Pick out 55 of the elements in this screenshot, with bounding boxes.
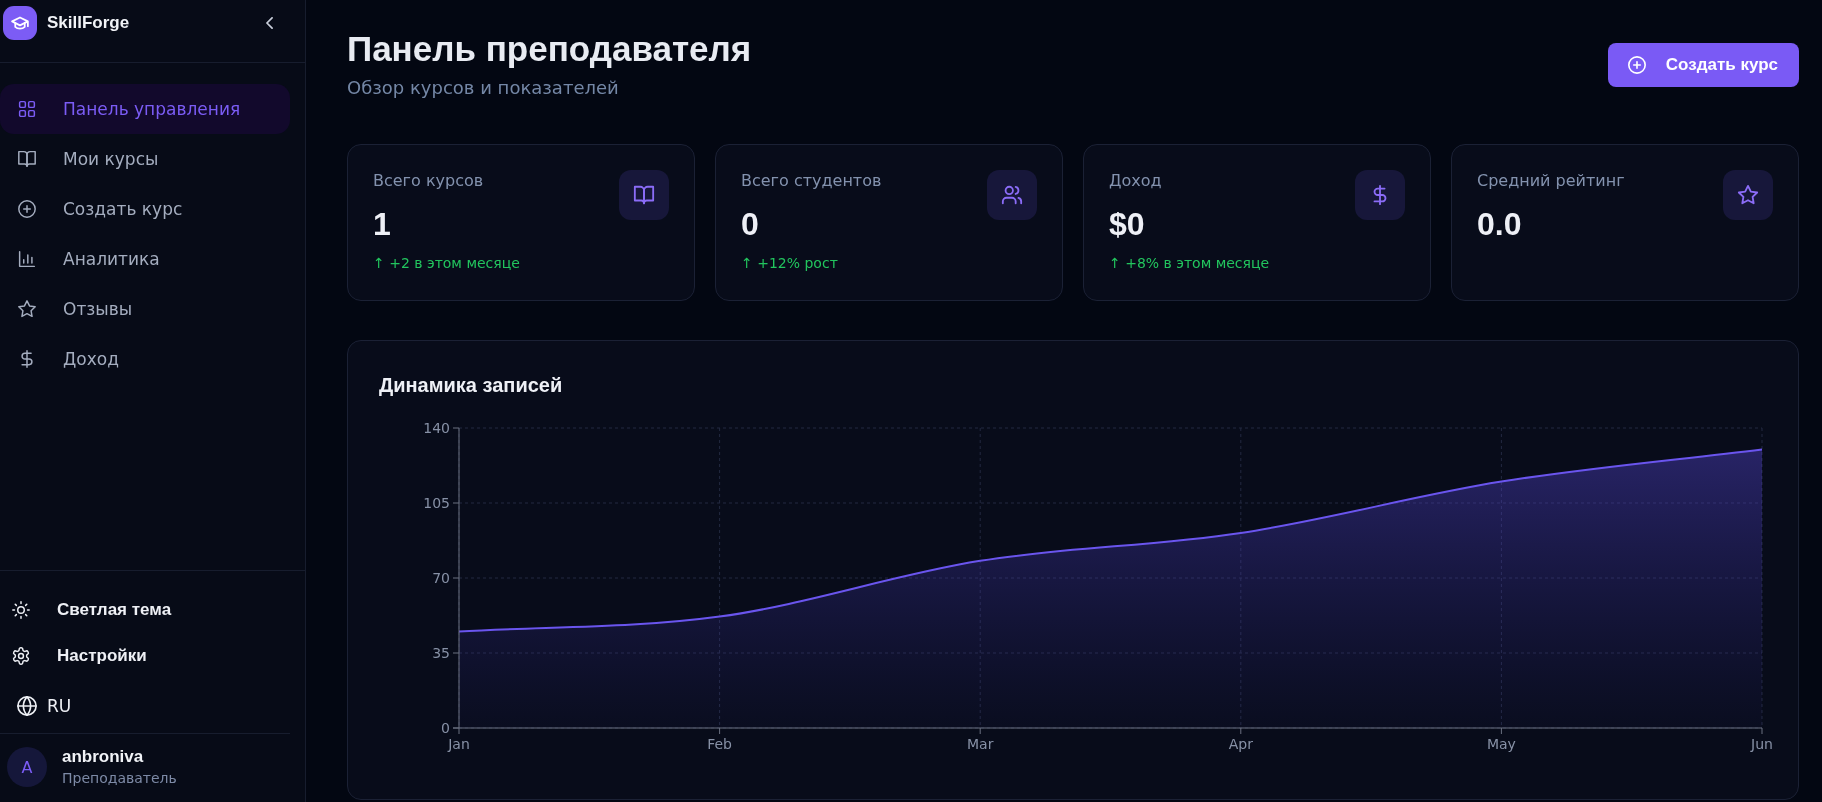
- plus-circle-icon: [1627, 56, 1646, 74]
- stat-label: Всего курсов: [373, 170, 484, 192]
- nav-item[interactable]: Аналитика: [0, 234, 290, 284]
- stat-trend: ↑ +8% в этом месяце: [1109, 254, 1270, 272]
- footer-link[interactable]: Настройки: [0, 633, 155, 679]
- plus-circle-icon: [18, 200, 36, 218]
- language-button[interactable]: RU: [0, 683, 80, 729]
- footer-link[interactable]: Светлая тема: [0, 587, 180, 633]
- star-icon: [18, 300, 36, 318]
- y-tick-label: 0: [441, 720, 450, 736]
- nav-item[interactable]: Панель управления: [0, 84, 290, 134]
- x-tick-label: Mar: [967, 736, 994, 752]
- stat-value: 0.0: [1477, 205, 1522, 243]
- stat-label: Доход: [1109, 170, 1162, 192]
- y-tick-label: 105: [423, 495, 450, 511]
- sun-icon: [12, 601, 30, 619]
- settings-icon: [12, 647, 30, 665]
- user-name: anbroniva: [62, 747, 145, 767]
- dollar-icon: [18, 350, 36, 368]
- nav-item[interactable]: Отзывы: [0, 284, 290, 334]
- page-title: Панель преподавателя: [347, 29, 752, 69]
- create-course-button[interactable]: Создать курс: [1607, 43, 1799, 87]
- stat-label: Средний рейтинг: [1477, 170, 1625, 192]
- collapse-sidebar-button[interactable]: [266, 17, 273, 29]
- user-avatar: A: [7, 747, 47, 787]
- x-tick-label: Jun: [1751, 736, 1773, 752]
- grid-icon: [18, 100, 36, 118]
- stat-label: Всего студентов: [741, 170, 882, 192]
- page-subtitle: Обзор курсов и показателей: [347, 76, 620, 100]
- y-tick-label: 140: [423, 420, 450, 436]
- bar-chart-icon: [18, 250, 36, 268]
- stat-trend: ↑ +2 в этом месяце: [373, 254, 520, 272]
- stat-value: $0: [1109, 205, 1145, 243]
- book-icon: [619, 170, 669, 220]
- y-tick-label: 70: [432, 570, 450, 586]
- brand-name: SkillForge: [47, 13, 130, 33]
- book-icon: [18, 150, 36, 168]
- users-icon: [987, 170, 1037, 220]
- x-tick-label: Feb: [707, 736, 732, 752]
- stat-value: 0: [741, 205, 759, 243]
- x-tick-label: Apr: [1228, 736, 1253, 752]
- chart-title: Динамика записей: [379, 374, 564, 397]
- dollar-icon: [1355, 170, 1405, 220]
- stat-trend: ↑ +12% рост: [741, 254, 838, 272]
- nav-item[interactable]: Доход: [0, 334, 290, 384]
- nav-item[interactable]: Мои курсы: [0, 134, 290, 184]
- x-tick-label: May: [1486, 736, 1516, 752]
- stat-value: 1: [373, 205, 391, 243]
- globe-icon: [17, 696, 37, 716]
- x-tick-label: Jan: [448, 736, 470, 752]
- graduation-cap-icon: [3, 6, 37, 40]
- nav-item[interactable]: Создать курс: [0, 184, 290, 234]
- y-tick-label: 35: [432, 645, 450, 661]
- user-role: Преподаватель: [62, 769, 177, 787]
- chevron-left-icon: [266, 17, 273, 29]
